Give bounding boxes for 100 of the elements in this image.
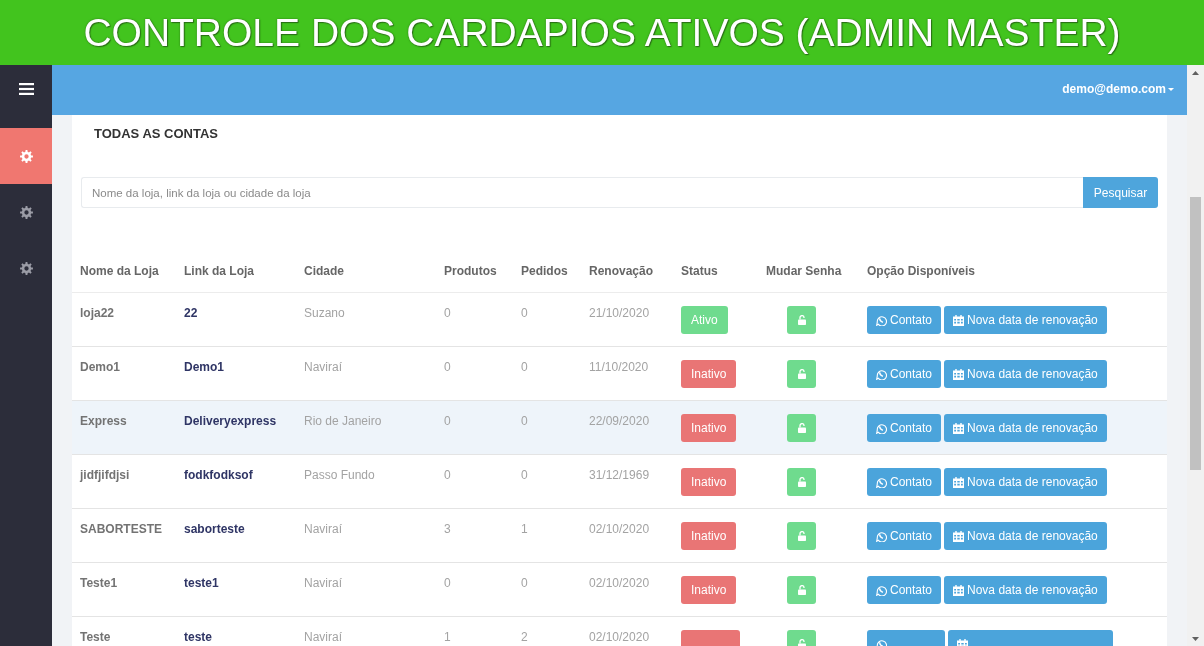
padlock-icon [797, 369, 806, 379]
chat-bubble-icon [876, 368, 887, 380]
change-password-button[interactable] [787, 306, 816, 334]
table-cell-text: 02/10/2020 [589, 575, 651, 591]
gear-icon [19, 205, 33, 219]
table-cell-text: 02/10/2020 [589, 629, 651, 645]
contact-button[interactable]: Contato [867, 306, 942, 334]
store-link[interactable]: Demo1 [184, 347, 224, 375]
table-cell-text: 0 [444, 575, 452, 591]
table-cell-text: Suzano [304, 305, 346, 321]
user-menu-link[interactable]: demo@demo.com [1062, 82, 1174, 96]
table-cell-text: 0 [521, 575, 529, 591]
table-cell-text: Rio de Janeiro [304, 413, 383, 429]
padlock-icon [797, 315, 806, 325]
padlock-icon [797, 639, 806, 646]
table-cell-text: 0 [444, 467, 452, 483]
table-cell-text: 2 [521, 629, 529, 645]
status-badge: Inativo [681, 360, 737, 388]
change-password-button[interactable] [787, 414, 816, 442]
calendar-icon [957, 638, 968, 646]
change-password-button[interactable] [787, 360, 816, 388]
table-cell-text: Teste [80, 629, 112, 645]
table-cell-text: Naviraí [304, 575, 343, 591]
renewal-date-button[interactable]: Nova data de renovação [944, 522, 1107, 550]
column-header: Nome da Loja [80, 263, 160, 278]
chat-bubble-icon [876, 530, 887, 542]
table-cell-text: Teste1 [80, 575, 119, 591]
renewal-date-button[interactable]: Nova data de renovação [944, 414, 1107, 442]
menu-icon [18, 82, 34, 95]
table-cell-text: 3 [444, 521, 452, 537]
contact-button[interactable]: Contato [867, 576, 942, 604]
scroll-up-arrow-icon[interactable] [1192, 71, 1199, 75]
gear-icon [19, 261, 33, 275]
chat-bubble-icon [876, 314, 887, 326]
change-password-button[interactable] [787, 522, 816, 550]
table-cell-text: 02/10/2020 [589, 521, 651, 537]
column-header: Cidade [304, 263, 345, 278]
table-cell-text: 11/10/2020 [589, 359, 650, 375]
table-cell-text: Express [80, 413, 128, 429]
table-cell-text: SABORTESTE [80, 521, 163, 537]
status-badge: Ativo [681, 306, 728, 334]
column-header: Pedidos [521, 263, 569, 278]
search-field[interactable]: Nome da loja, link da loja ou cidade da loja [81, 177, 1083, 208]
padlock-icon [797, 477, 806, 487]
scrollbar[interactable] [1187, 65, 1204, 646]
status-badge: Inativo [681, 576, 737, 604]
table-cell-text: jidfjifdjsi [80, 467, 131, 483]
gear-icon [19, 149, 33, 163]
table-cell-text: 0 [521, 305, 529, 321]
table-cell-text: 1 [521, 521, 529, 537]
table-cell-text: 0 [444, 413, 452, 429]
store-link[interactable]: fodkfodksof [184, 455, 253, 483]
store-link[interactable]: teste [184, 617, 212, 645]
padlock-icon [797, 531, 806, 541]
status-badge: Inativo [681, 414, 737, 442]
padlock-icon [797, 423, 806, 433]
status-badge: Inativo [681, 468, 737, 496]
chat-bubble-icon [876, 476, 887, 488]
renewal-date-button[interactable]: Nova data de renovação [944, 306, 1107, 334]
banner-title: CONTROLE DOS CARDAPIOS ATIVOS (ADMIN MASTER) [83, 9, 1121, 56]
change-password-button[interactable] [787, 468, 816, 496]
chat-bubble-icon [876, 584, 887, 596]
chat-bubble-icon [876, 422, 887, 434]
table-cell-text: Naviraí [304, 359, 343, 375]
table-cell-text: Naviraí [304, 521, 343, 537]
column-header: Renovação [589, 263, 655, 278]
renewal-date-button[interactable]: Nova data de renovação [944, 360, 1107, 388]
store-link[interactable]: 22 [184, 293, 198, 321]
calendar-icon [953, 476, 965, 488]
change-password-button[interactable] [787, 576, 816, 604]
scroll-down-arrow-icon[interactable] [1192, 637, 1199, 641]
panel-title: TODAS AS CONTAS [93, 125, 219, 142]
caret-down-icon [1168, 87, 1174, 91]
chat-bubble-icon [876, 638, 887, 646]
renewal-date-button[interactable]: Nova data de renovação [944, 576, 1107, 604]
scrollbar-thumb[interactable] [1190, 197, 1201, 470]
table-cell-text: Passo Fundo [304, 467, 376, 483]
table-cell-text: 0 [444, 359, 452, 375]
search-button[interactable]: Pesquisar [1083, 177, 1158, 208]
calendar-icon [953, 422, 965, 434]
contact-button[interactable]: Contato [867, 522, 942, 550]
column-header: Opção Disponíveis [867, 263, 977, 278]
column-header: Produtos [444, 263, 498, 278]
contact-button[interactable]: Contato [867, 468, 942, 496]
contact-button[interactable]: Contato [867, 414, 942, 442]
table-cell-text: 22/09/2020 [589, 413, 651, 429]
calendar-icon [953, 530, 965, 542]
renewal-date-button[interactable]: Nova data de renovação [944, 468, 1107, 496]
store-link[interactable]: teste1 [184, 563, 219, 591]
column-header: Status [681, 263, 719, 278]
store-link[interactable]: saborteste [184, 509, 245, 537]
store-link[interactable]: Deliveryexpress [184, 401, 277, 429]
table-cell-text: 1 [444, 629, 452, 645]
table-cell-text: Naviraí [304, 629, 343, 645]
contact-button[interactable]: Contato [867, 360, 942, 388]
table-cell-text: loja22 [80, 305, 116, 321]
calendar-icon [953, 368, 965, 380]
table-cell-text: 0 [521, 467, 529, 483]
column-header: Mudar Senha [766, 263, 843, 278]
calendar-icon [953, 584, 965, 596]
